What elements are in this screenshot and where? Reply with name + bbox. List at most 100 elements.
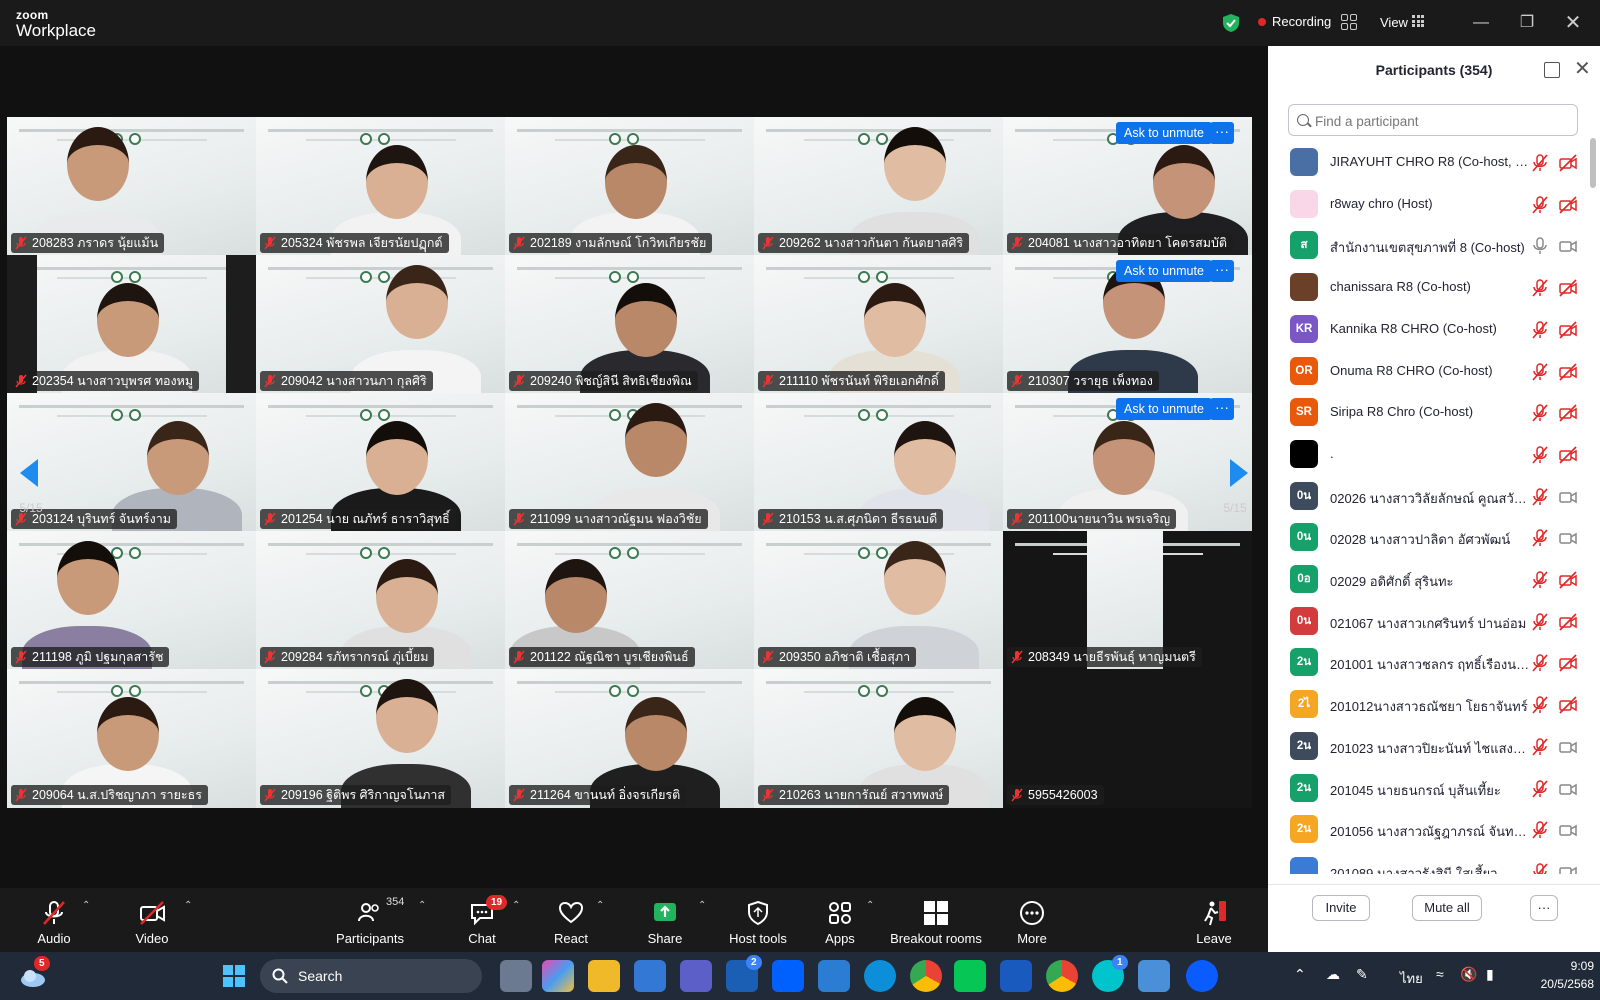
volume-muted-icon[interactable]: 🔇 [1460,966,1477,983]
mic-muted-icon[interactable] [1530,820,1550,840]
participant-row[interactable]: 0น 02026 นางสาววิลัยลักษณ์ คูณสวัสดิ์... [1268,476,1590,518]
weather-widget[interactable]: 5 [18,956,50,992]
photos-icon[interactable] [1138,960,1170,992]
video-tile[interactable]: 202189 งามลักษณ์ โกวิทเกียรชัย [505,117,754,256]
video-off-icon[interactable] [1558,153,1578,173]
video-off-icon[interactable] [1558,445,1578,465]
video-icon[interactable] [1558,236,1578,256]
video-off-icon[interactable] [1558,653,1578,673]
video-tile[interactable]: 209064 น.ส.ปริชญาภา รายะธร [7,669,256,808]
video-tile[interactable]: 210153 น.ส.ศุภนิดา ธีรธนบดี [754,393,1003,532]
video-tile[interactable]: 209240 พิชญ์สินี สิทธิเชียงพิณ [505,255,754,394]
participant-row[interactable]: 2ไ 201012นางสาวธณัชยา โยธาจันทร์ [1268,684,1590,726]
file-explorer-icon[interactable] [588,960,620,992]
canva-icon[interactable]: 1 [1092,955,1128,992]
mic-muted-icon[interactable] [1530,320,1550,340]
tray-network-icon[interactable]: ☁ [1326,966,1340,983]
mute-all-button[interactable]: Mute all [1412,895,1482,921]
video-icon[interactable] [1558,737,1578,757]
panel-more-button[interactable]: ··· [1530,895,1558,921]
video-off-icon[interactable] [1558,278,1578,298]
mic-muted-icon[interactable] [1530,695,1550,715]
apps-button[interactable]: Apps [822,888,858,952]
video-tile[interactable]: 211099 นางสาวณัฐมน ฟองวิชัย [505,393,754,532]
previous-page-button[interactable]: 5/15 [6,441,56,531]
notepad-icon[interactable] [818,960,850,992]
participant-search-input[interactable] [1315,111,1565,131]
participant-row[interactable]: ส สำนักงานเขตสุขภาพที่ 8 (Co-host) [1268,225,1590,267]
video-off-icon[interactable] [1558,612,1578,632]
tile-more-button[interactable]: ··· [1210,260,1234,282]
apps-options-caret-icon[interactable]: ⌃ [866,900,874,911]
video-tile[interactable]: 209284 รภัทรากรณ์ ภู่เบี้ยม [256,531,505,670]
gallery-layout-icon[interactable] [1341,14,1357,30]
tray-chevron-up-icon[interactable]: ⌃ [1294,966,1306,983]
video-icon[interactable] [1558,779,1578,799]
edge-icon[interactable] [864,960,896,992]
participant-row[interactable]: 201089 นางสาวรังสินี ใสเสี้ยว [1268,851,1590,874]
pop-out-icon[interactable] [1544,62,1560,78]
host-tools-button[interactable]: Host tools [726,888,790,952]
video-off-icon[interactable] [1558,695,1578,715]
share-options-caret-icon[interactable]: ⌃ [698,900,706,911]
video-tile[interactable]: 211264 ขานนท์ อิ่งจรเกียรติ [505,669,754,808]
participant-row[interactable]: chanissara R8 (Co-host) [1268,267,1590,309]
dropbox-icon[interactable] [772,960,804,992]
video-tile[interactable]: 209196 ฐิติพร ศิริกาญจโนภาส [256,669,505,808]
participant-row[interactable]: . [1268,434,1590,476]
ask-to-unmute-button[interactable]: Ask to unmute [1116,122,1212,144]
mic-muted-icon[interactable] [1530,612,1550,632]
video-off-icon[interactable] [1558,320,1578,340]
participant-list-scrollbar[interactable] [1590,138,1596,188]
mic-muted-icon[interactable] [1530,278,1550,298]
participant-row[interactable]: OR Onuma R8 CHRO (Co-host) [1268,351,1590,393]
react-button[interactable]: React [552,888,590,952]
minimize-icon[interactable]: — [1468,10,1494,36]
participant-row[interactable]: KR Kannika R8 CHRO (Co-host) [1268,309,1590,351]
mic-icon[interactable] [1530,236,1550,256]
encryption-shield-icon[interactable] [1222,13,1240,33]
start-button[interactable] [218,960,250,992]
video-tile[interactable]: 211198 ภูมิ ปฐมกุลสารัช [7,531,256,670]
video-off-icon[interactable] [1558,403,1578,423]
mic-muted-icon[interactable] [1530,195,1550,215]
chat-options-caret-icon[interactable]: ⌃ [512,900,520,911]
invite-button[interactable]: Invite [1312,895,1370,921]
video-icon[interactable] [1558,862,1578,874]
mic-muted-icon[interactable] [1530,737,1550,757]
mic-muted-icon[interactable] [1530,570,1550,590]
video-tile[interactable]: 209042 นางสาวนภา กุลศิริ [256,255,505,394]
teams-icon[interactable] [680,960,712,992]
participant-row[interactable]: 2น 201056 นางสาวณัฐฎาภรณ์ จันทยุ... [1268,809,1590,851]
video-button[interactable]: Video [134,888,170,952]
battery-icon[interactable]: ▮ [1486,966,1494,983]
recording-indicator[interactable]: Recording [1258,14,1331,29]
zoom-taskbar-icon[interactable] [1186,960,1218,992]
mic-muted-icon[interactable] [1530,862,1550,874]
video-tile[interactable]: 5955426003 [1003,669,1252,808]
video-tile[interactable]: 205324 พัชรพล เจียรนัยปฏุกต์ [256,117,505,256]
taskbar-search[interactable]: Search [260,959,482,993]
mic-muted-icon[interactable] [1530,153,1550,173]
next-page-button[interactable]: 5/15 [1210,441,1260,531]
video-tile[interactable]: 201122 ณัฐณิชา บูรเชียงพินธ์ [505,531,754,670]
mic-muted-icon[interactable] [1530,445,1550,465]
participant-row[interactable]: 0อ 02029 อดิศักดิ์ สุรินทะ [1268,559,1590,601]
mic-muted-icon[interactable] [1530,528,1550,548]
mic-muted-icon[interactable] [1530,487,1550,507]
restore-icon[interactable]: ❐ [1514,10,1540,36]
video-tile[interactable]: 209350 อภิชาติ เชื้อสุภา [754,531,1003,670]
word-icon[interactable] [1000,960,1032,992]
tile-more-button[interactable]: ··· [1210,122,1234,144]
video-tile[interactable]: 209262 นางสาวกันตา กันตยาสศิริ [754,117,1003,256]
task-view-icon[interactable] [500,960,532,992]
video-icon[interactable] [1558,528,1578,548]
video-icon[interactable] [1558,820,1578,840]
tray-pen-icon[interactable]: ✎ [1356,966,1368,983]
participant-row[interactable]: 2น 201001 นางสาวชลกร ฤทธิ์เรืองนาม [1268,642,1590,684]
participant-row[interactable]: 2น 201023 นางสาวปิยะนันท์ ไชแสงจันทร์ [1268,726,1590,768]
video-tile[interactable]: 210263 นายการัณย์ สวาทพงษ์ [754,669,1003,808]
clock-date[interactable]: 20/5/2568 [1518,977,1594,991]
ask-to-unmute-button[interactable]: Ask to unmute [1116,260,1212,282]
breakout-rooms-button[interactable]: Breakout rooms [890,888,982,952]
